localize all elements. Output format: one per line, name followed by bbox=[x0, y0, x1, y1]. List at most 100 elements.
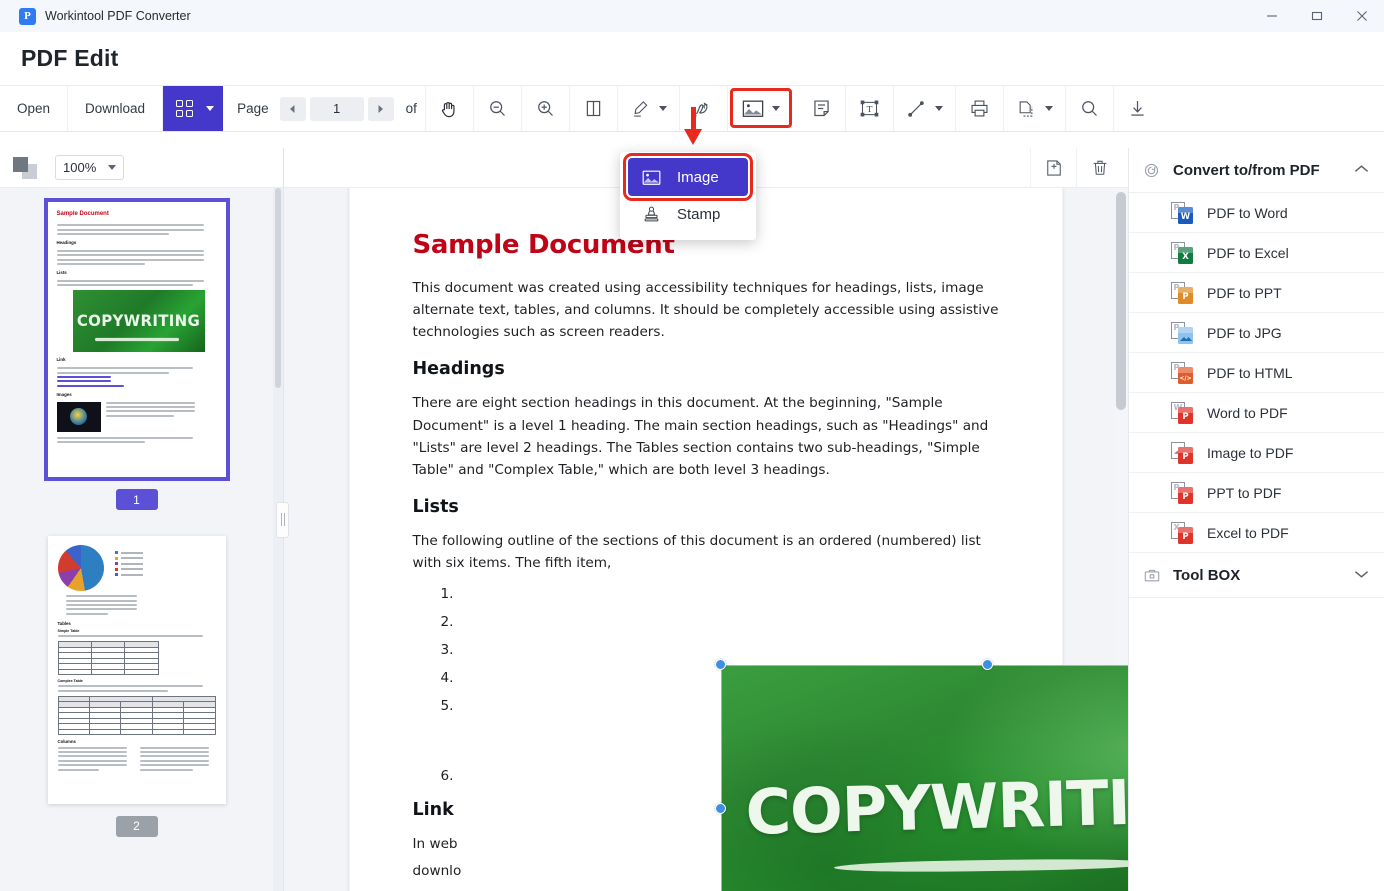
thumbnail-scrollbar-thumb[interactable] bbox=[275, 188, 281, 388]
copywriting-image-text: COPYWRITING bbox=[744, 762, 1128, 849]
convert-item-pdf-to-word[interactable]: PW PDF to Word bbox=[1129, 193, 1384, 233]
app-logo-icon bbox=[19, 7, 36, 25]
chevron-down-icon[interactable] bbox=[772, 105, 781, 111]
print-button[interactable] bbox=[956, 86, 1004, 131]
thumbnail-toolbar: 100% bbox=[0, 148, 283, 188]
thumbnail-list[interactable]: Sample Document Headings Lists COPYWRITI… bbox=[0, 188, 273, 891]
thumbnail-scrollbar[interactable] bbox=[273, 188, 283, 891]
pdf-to-html-icon: P </> bbox=[1171, 361, 1193, 384]
panel-layout-icon[interactable] bbox=[13, 156, 37, 179]
mini-image: COPYWRITING bbox=[72, 290, 205, 353]
convert-item-label: PDF to HTML bbox=[1207, 364, 1293, 381]
convert-item-label: Image to PDF bbox=[1207, 444, 1294, 461]
chevron-down-icon[interactable] bbox=[1354, 566, 1369, 584]
convert-item-label: PDF to PPT bbox=[1207, 284, 1282, 301]
convert-item-word-to-pdf[interactable]: WP Word to PDF bbox=[1129, 393, 1384, 433]
page-number-input[interactable] bbox=[309, 96, 364, 121]
zoom-in-button[interactable] bbox=[522, 86, 570, 131]
text-box-button[interactable]: T bbox=[846, 86, 894, 131]
pdf-to-word-icon: PW bbox=[1171, 201, 1193, 224]
image-tool-button[interactable] bbox=[729, 88, 792, 128]
list-item: 1. bbox=[440, 586, 454, 603]
mini-image-text: COPYWRITING bbox=[76, 311, 201, 331]
convert-section-header[interactable]: Convert to/from PDF bbox=[1129, 148, 1384, 193]
minimize-button[interactable] bbox=[1249, 0, 1294, 32]
chevron-down-icon[interactable] bbox=[658, 106, 667, 111]
highlighter-button[interactable] bbox=[618, 86, 680, 131]
convert-item-label: PDF to Word bbox=[1207, 204, 1288, 221]
thumbnail-page-1[interactable]: Sample Document Headings Lists COPYWRITI… bbox=[43, 197, 230, 482]
extract-page-button[interactable] bbox=[1004, 86, 1066, 131]
chevron-down-icon[interactable] bbox=[1044, 106, 1053, 111]
ppt-to-pdf-icon: PP bbox=[1171, 481, 1193, 504]
next-page-button[interactable] bbox=[367, 96, 394, 121]
signature-button[interactable] bbox=[680, 86, 728, 131]
selected-image-object[interactable]: COPYWRITING bbox=[715, 659, 1128, 891]
mini-pie-chart bbox=[57, 545, 104, 592]
document-scrollbar-thumb[interactable] bbox=[1116, 192, 1126, 410]
save-button[interactable] bbox=[1114, 86, 1162, 131]
stamp-icon bbox=[642, 205, 664, 224]
menu-item-stamp[interactable]: Stamp bbox=[620, 196, 756, 232]
pdf-to-jpg-icon: P bbox=[1171, 321, 1193, 344]
mini-lists-title: Lists bbox=[56, 270, 67, 276]
mini-title: Sample Document bbox=[56, 211, 109, 217]
menu-item-stamp-label: Stamp bbox=[677, 205, 721, 223]
document-intro: This document was created using accessib… bbox=[412, 280, 999, 341]
document-viewer: Sample Document This document was create… bbox=[284, 148, 1128, 891]
convert-item-ppt-to-pdf[interactable]: PP PPT to PDF bbox=[1129, 473, 1384, 513]
workspace: 100% Sample Document Headings Lists COPY… bbox=[0, 148, 1384, 891]
convert-item-label: PPT to PDF bbox=[1207, 484, 1282, 501]
chevron-down-icon[interactable] bbox=[206, 106, 215, 111]
window-title-bar: Workintool PDF Converter bbox=[0, 0, 1384, 32]
convert-section-title: Convert to/from PDF bbox=[1173, 161, 1320, 179]
page-of-label: of bbox=[405, 101, 417, 116]
thumbnail-item[interactable]: Tables Simple Table Complex Table Column… bbox=[0, 536, 273, 837]
resize-handle-w[interactable] bbox=[715, 802, 726, 814]
thumbnail-pane: 100% Sample Document Headings Lists COPY… bbox=[0, 148, 289, 891]
delete-button[interactable] bbox=[1076, 148, 1122, 187]
zoom-out-button[interactable] bbox=[474, 86, 522, 131]
pdf-to-excel-icon: PX bbox=[1171, 241, 1193, 264]
convert-item-pdf-to-ppt[interactable]: PP PDF to PPT bbox=[1129, 273, 1384, 313]
convert-item-excel-to-pdf[interactable]: XP Excel to PDF bbox=[1129, 513, 1384, 553]
excel-to-pdf-icon: XP bbox=[1171, 521, 1193, 544]
chevron-down-icon[interactable] bbox=[934, 106, 943, 111]
resize-handle-n[interactable] bbox=[981, 659, 993, 670]
page-grid-view-button[interactable] bbox=[163, 86, 224, 131]
thumbnail-page-2[interactable]: Tables Simple Table Complex Table Column… bbox=[47, 536, 226, 804]
pane-splitter-handle[interactable] bbox=[276, 501, 289, 538]
download-button[interactable]: Download bbox=[68, 86, 164, 131]
mini-images-title: Images bbox=[56, 391, 72, 397]
image-tool-dropdown-menu: Image Stamp bbox=[620, 152, 756, 240]
window-controls bbox=[1249, 0, 1384, 32]
chevron-up-icon[interactable] bbox=[1354, 161, 1369, 179]
word-to-pdf-icon: WP bbox=[1171, 401, 1193, 424]
resize-handle-nw[interactable] bbox=[715, 659, 726, 670]
line-shape-button[interactable] bbox=[894, 86, 956, 131]
convert-item-pdf-to-jpg[interactable]: P PDF to JPG bbox=[1129, 313, 1384, 353]
maximize-button[interactable] bbox=[1294, 0, 1339, 32]
menu-item-image[interactable]: Image bbox=[623, 153, 753, 201]
toolbox-section-header[interactable]: Tool BOX bbox=[1129, 553, 1384, 598]
document-headings-title: Headings bbox=[412, 359, 505, 380]
chevron-down-icon[interactable] bbox=[108, 165, 116, 170]
add-page-button[interactable] bbox=[1030, 148, 1076, 187]
open-button[interactable]: Open bbox=[0, 86, 69, 131]
menu-item-image-label: Image bbox=[677, 168, 719, 186]
thumbnail-item[interactable]: Sample Document Headings Lists COPYWRITI… bbox=[0, 197, 273, 511]
convert-item-pdf-to-excel[interactable]: PX PDF to Excel bbox=[1129, 233, 1384, 273]
zoom-level-select[interactable]: 100% bbox=[55, 155, 124, 180]
thumbnail-page-number: 2 bbox=[115, 815, 158, 837]
copywriting-image[interactable]: COPYWRITING bbox=[721, 665, 1128, 891]
hand-tool-button[interactable] bbox=[426, 86, 474, 131]
thumbnail-page-number: 1 bbox=[115, 489, 158, 511]
page-layout-button[interactable] bbox=[570, 86, 618, 131]
close-button[interactable] bbox=[1339, 0, 1384, 32]
convert-item-pdf-to-html[interactable]: P </> PDF to HTML bbox=[1129, 353, 1384, 393]
note-button[interactable] bbox=[798, 86, 846, 131]
convert-item-image-to-pdf[interactable]: P Image to PDF bbox=[1129, 433, 1384, 473]
search-button[interactable] bbox=[1066, 86, 1114, 131]
previous-page-button[interactable] bbox=[279, 96, 306, 121]
main-toolbar: Open Download Page of bbox=[0, 86, 1384, 132]
